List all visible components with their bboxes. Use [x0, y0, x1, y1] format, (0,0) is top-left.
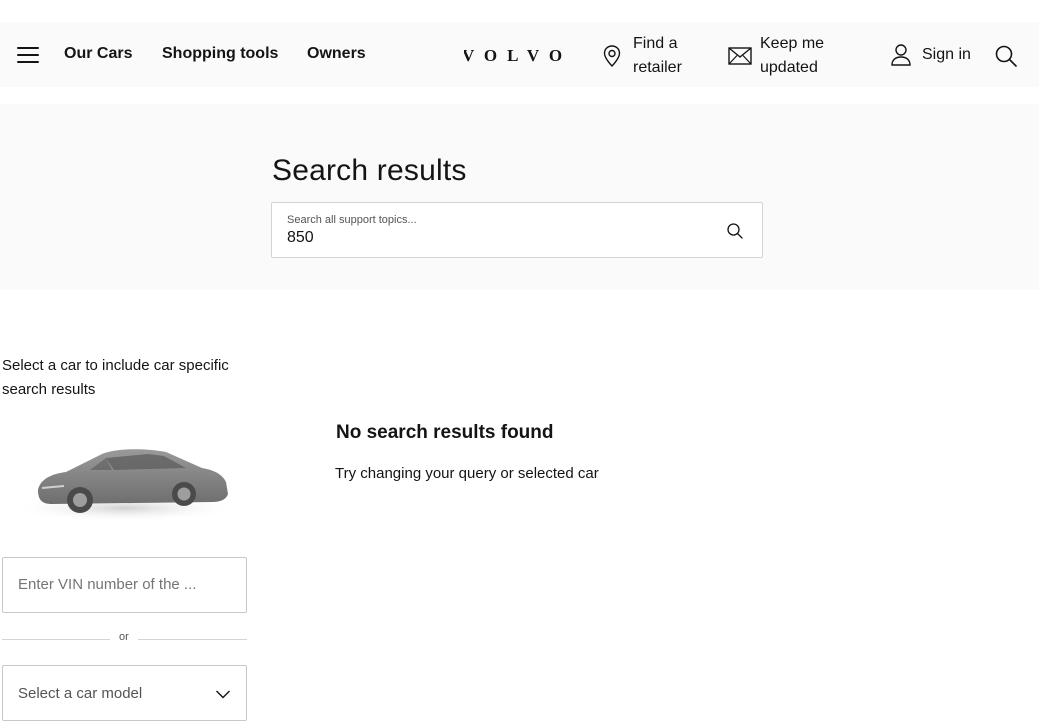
car-image	[9, 449, 239, 522]
envelope-icon	[728, 47, 752, 65]
support-search-box[interactable]: Search all support topics...	[271, 202, 763, 258]
menu-icon[interactable]	[17, 47, 39, 63]
sign-in-label: Sign in	[922, 46, 971, 63]
keep-updated-link[interactable]: Keep me updated	[728, 32, 840, 80]
search-icon[interactable]	[994, 44, 1018, 68]
nav-shopping-tools[interactable]: Shopping tools	[162, 45, 278, 63]
nav-owners[interactable]: Owners	[307, 45, 366, 63]
car-select-hint: Select a car to include car specific sea…	[2, 357, 229, 398]
search-submit-icon[interactable]	[726, 222, 744, 240]
top-spacer	[0, 0, 1039, 22]
location-pin-icon	[603, 45, 621, 67]
site-header: Our Cars Shopping tools Owners VOLVO Fin…	[0, 22, 1039, 87]
divider-line-left	[2, 639, 110, 640]
or-label: or	[119, 631, 129, 643]
vin-field[interactable]	[2, 557, 247, 613]
search-label: Search all support topics...	[287, 214, 417, 226]
search-input[interactable]	[287, 229, 687, 247]
car-model-select[interactable]: Select a car model	[2, 665, 247, 721]
keep-updated-label: Keep me updated	[760, 35, 825, 76]
volvo-logo[interactable]: VOLVO	[464, 46, 570, 64]
sign-in-button[interactable]: Sign in	[890, 43, 971, 67]
no-results-subtext: Try changing your query or selected car	[335, 465, 599, 482]
search-hero: Search results Search all support topics…	[0, 104, 1039, 290]
vin-input[interactable]	[18, 576, 218, 593]
svg-text:VOLVO: VOLVO	[464, 46, 570, 64]
nav-our-cars[interactable]: Our Cars	[64, 45, 132, 63]
user-icon	[891, 44, 911, 66]
find-retailer-label: Find a retailer	[633, 35, 682, 76]
divider-line-right	[138, 639, 247, 640]
or-divider: or	[2, 630, 247, 648]
page-title: Search results	[272, 154, 467, 187]
find-retailer-link[interactable]: Find a retailer	[601, 32, 693, 80]
car-model-select-label: Select a car model	[18, 685, 143, 702]
chevron-down-icon	[216, 690, 230, 699]
no-results-heading: No search results found	[336, 422, 554, 443]
